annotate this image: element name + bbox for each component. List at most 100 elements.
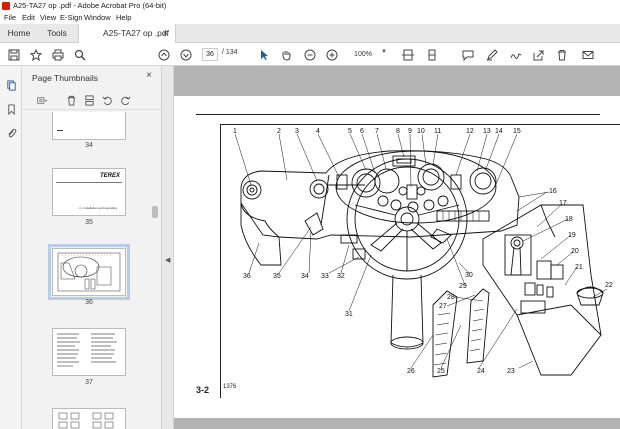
callout-36: 36 [243, 273, 251, 280]
menu-esign[interactable]: E-Sign [60, 13, 83, 22]
callout-16: 16 [549, 188, 557, 195]
zoom-level[interactable]: 100% [348, 48, 378, 61]
callout-6: 6 [360, 128, 364, 135]
acrobat-logo-icon [2, 2, 10, 10]
callout-3: 3 [295, 128, 299, 135]
attachments-icon[interactable] [4, 126, 18, 140]
page-gap [174, 418, 620, 429]
search-icon[interactable] [72, 47, 88, 63]
callout-2: 2 [277, 128, 281, 135]
page-number-input[interactable]: 36 [202, 48, 218, 61]
callout-34: 34 [301, 273, 309, 280]
thumbnails-panel: Page Thumbnails × 34 TEREX 4 - Installat… [22, 66, 162, 429]
page-thumbnails-icon[interactable] [4, 78, 18, 92]
menu-help[interactable]: Help [116, 13, 131, 22]
scroll-mode-icon[interactable] [424, 47, 440, 63]
chevron-down-icon[interactable]: ▼ [381, 49, 387, 55]
delete-icon[interactable] [64, 93, 78, 107]
callout-11: 11 [434, 128, 441, 135]
cab-controls-diagram: 1 2 3 4 5 6 7 8 9 10 11 12 13 14 15 16 1… [233, 128, 613, 378]
next-page-icon[interactable] [178, 47, 194, 63]
redo-icon[interactable] [118, 93, 132, 107]
callout-26: 26 [407, 368, 415, 375]
tab-document-label: A25-TA27 op .pdf [103, 28, 169, 38]
callout-25: 25 [437, 368, 445, 375]
tab-document[interactable]: A25-TA27 op .pdf × [78, 24, 176, 43]
thumbnail-page-38[interactable] [52, 408, 126, 429]
callout-27: 27 [439, 303, 447, 310]
callout-7: 7 [375, 128, 379, 135]
terex-logo: TEREX [99, 173, 120, 179]
figure-code: 1376 [223, 384, 237, 390]
tab-bar: Home Tools A25-TA27 op .pdf × [0, 24, 620, 43]
callout-35: 35 [273, 273, 281, 280]
callout-29: 29 [459, 283, 467, 290]
callout-20: 20 [571, 248, 579, 255]
document-view[interactable]: 1 2 3 4 5 6 7 8 9 10 11 12 13 14 15 16 1… [174, 66, 620, 429]
sign-icon[interactable] [508, 47, 524, 63]
thumbnail-label: 34 [85, 142, 93, 149]
close-tab-icon[interactable]: × [163, 24, 168, 43]
select-cursor-icon[interactable] [256, 47, 272, 63]
menu-view[interactable]: View [40, 13, 56, 22]
highlight-pen-icon[interactable] [484, 47, 500, 63]
undo-icon[interactable] [100, 93, 114, 107]
toolbar: 36 / 134 100% ▼ [0, 44, 620, 66]
share-icon[interactable] [530, 47, 546, 63]
thumbnail-icons-grid [58, 412, 114, 429]
hand-icon[interactable] [278, 47, 294, 63]
pdf-page: 1 2 3 4 5 6 7 8 9 10 11 12 13 14 15 16 1… [174, 96, 620, 418]
thumbnail-text-lines [57, 333, 117, 367]
page-total: / 134 [222, 49, 238, 56]
callout-15: 15 [513, 128, 521, 135]
window-title: A25-TA27 op .pdf - Adobe Acrobat Pro (64… [13, 1, 167, 10]
thumbnail-page-37[interactable] [52, 328, 126, 376]
zoom-out-icon[interactable] [302, 47, 318, 63]
page-number: 3-2 [196, 385, 210, 395]
comment-icon[interactable] [460, 47, 476, 63]
email-icon[interactable] [580, 47, 596, 63]
tab-home[interactable]: Home [0, 24, 38, 43]
zoom-in-icon[interactable] [324, 47, 340, 63]
thumbnail-page-34[interactable] [52, 112, 126, 140]
panel-toolbar [22, 90, 162, 110]
callout-1: 1 [233, 128, 237, 135]
menu-file[interactable]: File [4, 13, 16, 22]
save-icon[interactable] [6, 47, 22, 63]
callout-5: 5 [348, 128, 352, 135]
delete-icon[interactable] [554, 47, 570, 63]
callout-19: 19 [568, 232, 576, 239]
bookmarks-icon[interactable] [4, 102, 18, 116]
menu-edit[interactable]: Edit [22, 13, 35, 22]
thumbnail-label: 35 [85, 219, 93, 226]
callout-12: 12 [466, 128, 474, 135]
prev-page-icon[interactable] [156, 47, 172, 63]
print-icon[interactable] [50, 47, 66, 63]
collapse-panel-icon[interactable]: ◀ [165, 256, 170, 264]
thumbnail-label: 36 [85, 299, 93, 306]
extract-pages-icon[interactable] [82, 93, 96, 107]
callout-8: 8 [396, 128, 400, 135]
bookmark-star-icon[interactable] [28, 47, 44, 63]
thumbnail-label: 37 [85, 379, 93, 386]
thumbnail-page-36[interactable] [48, 244, 130, 300]
callout-18: 18 [565, 216, 573, 223]
callout-14: 14 [495, 128, 503, 135]
title-bar: A25-TA27 op .pdf - Adobe Acrobat Pro (64… [0, 0, 620, 12]
scrollbar-thumb[interactable] [152, 206, 158, 218]
callout-10: 10 [417, 128, 425, 135]
close-panel-icon[interactable]: × [146, 70, 152, 81]
panel-splitter[interactable]: ◀ [162, 66, 174, 429]
callout-33: 33 [321, 273, 329, 280]
fit-page-icon[interactable] [400, 47, 416, 63]
callout-4: 4 [316, 128, 320, 135]
tab-tools[interactable]: Tools [38, 24, 76, 43]
menu-window[interactable]: Window [84, 13, 111, 22]
callout-21: 21 [575, 264, 583, 271]
thumbnail-scrollbar[interactable] [151, 112, 159, 429]
options-menu-icon[interactable] [32, 93, 52, 107]
callout-31: 31 [345, 311, 353, 318]
thumbnail-list: 34 TEREX 4 - Installation and operating … [22, 112, 162, 429]
thumbnail-page-35[interactable]: TEREX 4 - Installation and operating [52, 168, 126, 216]
menu-bar: File Edit View E-Sign Window Help [0, 12, 620, 24]
